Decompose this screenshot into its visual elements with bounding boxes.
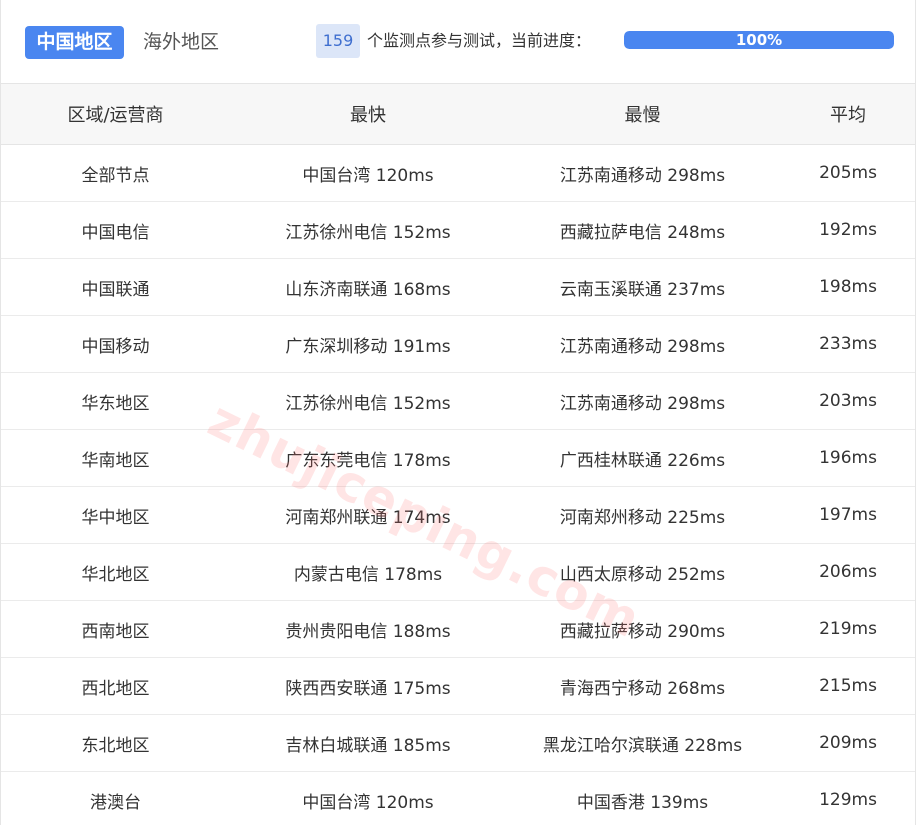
table-row: 东北地区 吉林白城联通 185ms 黑龙江哈尔滨联通 228ms 209ms <box>0 714 916 772</box>
cell-slowest: 中国香港 139ms <box>576 792 709 813</box>
cell-average: 206ms <box>780 543 916 601</box>
cell-average: 205ms <box>780 144 916 202</box>
cell-slowest: 江苏南通移动 298ms <box>505 315 780 373</box>
node-count-badge: 159 <box>316 24 360 58</box>
table-row: 中国联通 山东济南联通 168ms 云南玉溪联通 237ms 198ms <box>0 258 916 316</box>
table-row: 全部节点 中国台湾 120ms 江苏南通移动 298ms 205ms <box>0 144 916 202</box>
table-row: 西北地区 陕西西安联通 175ms 青海西宁移动 268ms 215ms <box>0 657 916 715</box>
cell-fastest: 广东东莞电信 178ms <box>231 429 505 487</box>
cell-fastest: 贵州贵阳电信 188ms <box>231 600 505 658</box>
cell-slowest: 云南玉溪联通 237ms <box>505 258 780 316</box>
cell-region: 西南地区 <box>0 600 231 658</box>
cell-fastest: 江苏徐州电信 152ms <box>231 201 505 259</box>
cell-fastest: 陕西西安联通 175ms <box>231 657 505 715</box>
cell-fastest: 内蒙古电信 178ms <box>231 543 505 601</box>
table-row: 西南地区 贵州贵阳电信 188ms 西藏拉萨移动 290ms 219ms <box>0 600 916 658</box>
table-header-row: 区域/运营商 最快 最慢 平均 <box>0 84 916 145</box>
top-bar: 中国地区 海外地区 159 个监测点参与测试，当前进度： 100% <box>0 0 916 84</box>
progress-description: 个监测点参与测试，当前进度： <box>367 31 592 50</box>
table-row: 港澳台 中国台湾 120ms 中国香港 139ms 129ms <box>0 772 916 825</box>
cell-fastest: 广东深圳移动 191ms <box>231 315 505 373</box>
table-row: 华北地区 内蒙古电信 178ms 山西太原移动 252ms 206ms <box>0 543 916 601</box>
progress-bar: 100% <box>624 31 894 49</box>
cell-slowest: 青海西宁移动 268ms <box>505 657 780 715</box>
cell-average: 209ms <box>780 714 916 772</box>
speed-results-table: 区域/运营商 最快 最慢 平均 全部节点 中国台湾 120ms 江苏南通移动 2… <box>0 84 916 825</box>
table-row: 中国移动 广东深圳移动 191ms 江苏南通移动 298ms 233ms <box>0 315 916 373</box>
cell-fastest: 中国台湾 120ms <box>302 792 434 813</box>
header-region-isp: 区域/运营商 <box>0 84 231 145</box>
cell-region: 全部节点 <box>0 144 231 202</box>
cell-fastest: 河南郑州联通 174ms <box>231 486 505 544</box>
cell-region: 中国联通 <box>0 258 231 316</box>
cell-region: 华北地区 <box>0 543 231 601</box>
cell-region: 华南地区 <box>0 429 231 487</box>
header-slowest: 最慢 <box>505 84 780 145</box>
cell-average: 215ms <box>780 657 916 715</box>
cell-average: 198ms <box>780 258 916 316</box>
cell-average: 129ms <box>819 790 877 810</box>
table-row: 华南地区 广东东莞电信 178ms 广西桂林联通 226ms 196ms <box>0 429 916 487</box>
header-fastest: 最快 <box>231 84 505 145</box>
cell-average: 233ms <box>780 315 916 373</box>
cell-slowest: 黑龙江哈尔滨联通 228ms <box>505 714 780 772</box>
cell-slowest: 江苏南通移动 298ms <box>505 372 780 430</box>
cell-average: 192ms <box>780 201 916 259</box>
progress-percent-label: 100% <box>735 31 783 49</box>
cell-slowest: 江苏南通移动 298ms <box>505 144 780 202</box>
tab-china[interactable]: 中国地区 <box>25 26 124 59</box>
cell-region: 中国电信 <box>0 201 231 259</box>
cell-region: 华东地区 <box>0 372 231 430</box>
cell-fastest: 中国台湾 120ms <box>231 144 505 202</box>
cell-average: 197ms <box>780 486 916 544</box>
cell-slowest: 山西太原移动 252ms <box>505 543 780 601</box>
cell-slowest: 西藏拉萨电信 248ms <box>505 201 780 259</box>
cell-region: 中国移动 <box>0 315 231 373</box>
cell-average: 203ms <box>780 372 916 430</box>
cell-slowest: 广西桂林联通 226ms <box>505 429 780 487</box>
tab-overseas[interactable]: 海外地区 <box>143 26 219 59</box>
cell-fastest: 吉林白城联通 185ms <box>231 714 505 772</box>
cell-average: 196ms <box>780 429 916 487</box>
cell-region: 华中地区 <box>0 486 231 544</box>
table-row: 华中地区 河南郑州联通 174ms 河南郑州移动 225ms 197ms <box>0 486 916 544</box>
cell-average: 219ms <box>780 600 916 658</box>
header-average: 平均 <box>780 84 916 145</box>
cell-slowest: 河南郑州移动 225ms <box>505 486 780 544</box>
table-row: 中国电信 江苏徐州电信 152ms 西藏拉萨电信 248ms 192ms <box>0 201 916 259</box>
table-row: 华东地区 江苏徐州电信 152ms 江苏南通移动 298ms 203ms <box>0 372 916 430</box>
cell-fastest: 江苏徐州电信 152ms <box>231 372 505 430</box>
cell-fastest: 山东济南联通 168ms <box>231 258 505 316</box>
cell-region: 东北地区 <box>0 714 231 772</box>
cell-region: 港澳台 <box>90 792 141 813</box>
cell-slowest: 西藏拉萨移动 290ms <box>505 600 780 658</box>
cell-region: 西北地区 <box>0 657 231 715</box>
